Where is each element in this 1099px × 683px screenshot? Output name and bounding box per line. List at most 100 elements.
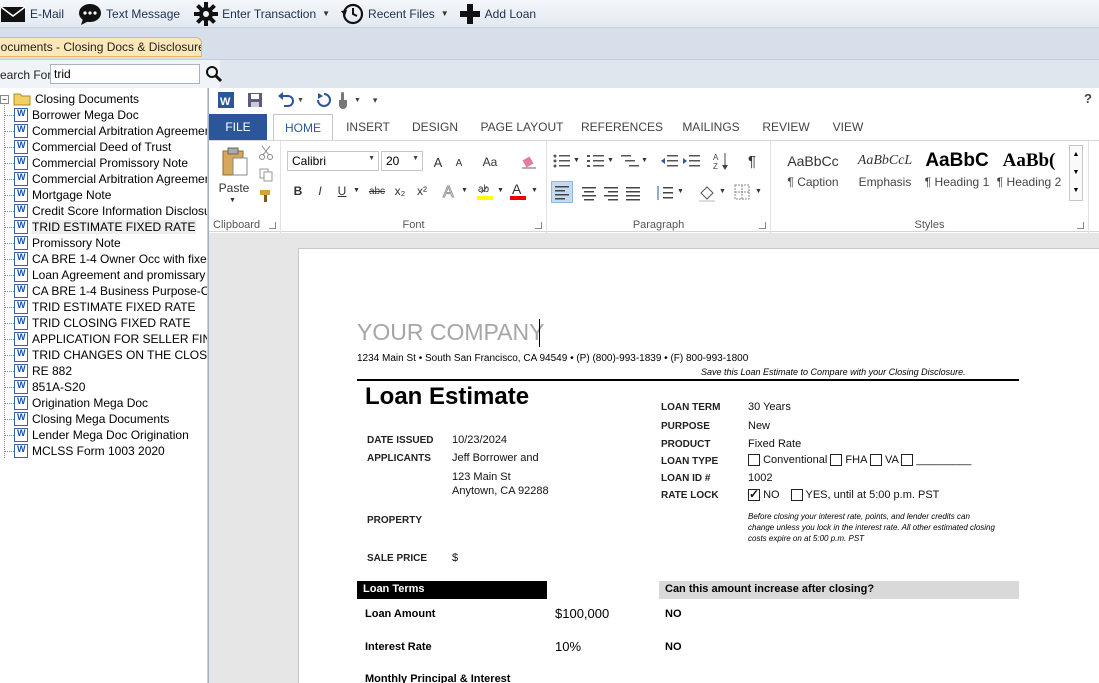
chevron-down-icon[interactable]: ▼ bbox=[353, 187, 360, 194]
style-caption[interactable]: AaBbCc ¶ Caption bbox=[777, 147, 849, 199]
chevron-down-icon[interactable]: ▼ bbox=[461, 187, 468, 194]
numbering-icon[interactable] bbox=[587, 153, 605, 169]
bold-button[interactable]: B bbox=[289, 181, 307, 201]
justify-icon[interactable] bbox=[623, 183, 643, 203]
gallery-more-icon[interactable]: ▼ bbox=[1070, 182, 1082, 200]
clear-formatting-icon[interactable] bbox=[521, 155, 537, 169]
format-painter-icon[interactable] bbox=[259, 189, 273, 203]
chevron-down-icon[interactable]: ▼ bbox=[719, 188, 726, 195]
align-center-icon[interactable] bbox=[579, 183, 599, 203]
tree-item[interactable]: RE 882 bbox=[0, 363, 207, 379]
decrease-indent-icon[interactable] bbox=[661, 153, 679, 169]
borders-icon[interactable] bbox=[733, 183, 751, 201]
company-name[interactable]: YOUR COMPANY bbox=[357, 319, 544, 346]
tree-item[interactable]: Loan Agreement and promissary note bbox=[0, 267, 207, 283]
text-effects-icon[interactable]: A bbox=[441, 183, 459, 200]
paste-clipboard-icon[interactable] bbox=[221, 147, 249, 177]
tree-item[interactable]: TRID CHANGES ON THE CLOSING bbox=[0, 347, 207, 363]
tree-item[interactable]: TRID ESTIMATE FIXED RATE bbox=[0, 299, 207, 315]
touch-mode-icon[interactable] bbox=[336, 91, 352, 109]
paste-dropdown-icon[interactable]: ▼ bbox=[229, 197, 236, 204]
tree-item[interactable]: Origination Mega Doc bbox=[0, 395, 207, 411]
tree-item[interactable]: Mortgage Note bbox=[0, 187, 207, 203]
tab-file[interactable]: FILE bbox=[209, 114, 267, 140]
search-input[interactable] bbox=[50, 64, 200, 84]
undo-dropdown-icon[interactable]: ▼ bbox=[297, 97, 304, 104]
va-checkbox[interactable] bbox=[869, 454, 882, 467]
tree-item[interactable]: TRID CLOSING FIXED RATE bbox=[0, 315, 207, 331]
chevron-down-icon[interactable]: ▼ bbox=[531, 187, 538, 194]
paste-button[interactable]: Paste bbox=[217, 181, 251, 195]
tree-item[interactable]: TRID ESTIMATE FIXED RATE bbox=[0, 219, 207, 235]
fha-checkbox[interactable] bbox=[830, 454, 843, 467]
tree-item[interactable]: Borrower Mega Doc bbox=[0, 107, 207, 123]
chevron-down-icon[interactable]: ▼ bbox=[497, 187, 504, 194]
bullets-icon[interactable] bbox=[553, 153, 571, 169]
chevron-down-icon[interactable]: ▼ bbox=[755, 188, 762, 195]
other-loan-type-checkbox[interactable] bbox=[901, 454, 914, 467]
tab-closing-docs[interactable]: Documents - Closing Docs & Disclosures bbox=[0, 37, 202, 57]
tab-page-layout[interactable]: PAGE LAYOUT bbox=[467, 114, 577, 140]
chevron-down-icon[interactable]: ▼ bbox=[573, 157, 580, 164]
style-heading-2[interactable]: AaBb( ¶ Heading 2 bbox=[993, 147, 1065, 199]
styles-gallery-scroller[interactable]: ▲ ▼ ▼ bbox=[1069, 145, 1083, 201]
expand-toggle-icon[interactable]: − bbox=[0, 94, 9, 104]
copy-icon[interactable] bbox=[259, 168, 273, 182]
tab-insert[interactable]: INSERT bbox=[333, 114, 403, 140]
rate-lock-yes-checkbox[interactable] bbox=[790, 489, 803, 502]
font-name-combo[interactable]: Calibri ▼ bbox=[287, 151, 379, 171]
cut-scissors-icon[interactable] bbox=[259, 145, 273, 161]
subscript-button[interactable]: x₂ bbox=[391, 181, 409, 201]
rate-lock-no-checkbox[interactable] bbox=[748, 487, 760, 502]
chevron-down-icon[interactable]: ▼ bbox=[641, 157, 648, 164]
multilevel-list-icon[interactable] bbox=[621, 153, 639, 169]
tree-item[interactable]: Commercial Deed of Trust bbox=[0, 139, 207, 155]
grow-font-button[interactable]: A bbox=[429, 153, 447, 171]
chevron-up-icon[interactable]: ▲ bbox=[1070, 146, 1082, 164]
email-button[interactable]: E-Mail bbox=[0, 0, 70, 28]
increase-indent-icon[interactable] bbox=[683, 153, 701, 169]
styles-dialog-launcher[interactable] bbox=[1077, 222, 1084, 229]
font-size-combo[interactable]: 20 ▼ bbox=[381, 151, 423, 171]
enter-transaction-button[interactable]: Enter Transaction ▼ bbox=[194, 0, 336, 28]
add-loan-button[interactable]: Add Loan bbox=[459, 0, 542, 28]
style-emphasis[interactable]: AaBbCcL Emphasis bbox=[849, 147, 921, 199]
tree-item[interactable]: APPLICATION FOR SELLER FINANCING bbox=[0, 331, 207, 347]
align-right-icon[interactable] bbox=[601, 183, 621, 203]
tree-item[interactable]: Promissory Note bbox=[0, 235, 207, 251]
tab-references[interactable]: REFERENCES bbox=[577, 114, 667, 140]
superscript-button[interactable]: x² bbox=[413, 181, 431, 201]
italic-button[interactable]: I bbox=[311, 181, 329, 201]
tree-root-closing-documents[interactable]: − Closing Documents bbox=[0, 91, 207, 107]
shading-icon[interactable] bbox=[697, 183, 717, 203]
search-icon[interactable] bbox=[205, 65, 223, 83]
tab-mailings[interactable]: MAILINGS bbox=[667, 114, 755, 140]
tree-item[interactable]: Commercial Promissory Note bbox=[0, 155, 207, 171]
style-heading-1[interactable]: AaBbC ¶ Heading 1 bbox=[921, 147, 993, 199]
align-left-button[interactable] bbox=[551, 181, 573, 203]
customize-toolbar-icon[interactable]: ▾ bbox=[373, 95, 378, 106]
tree-item[interactable]: Commercial Arbitration Agreement bbox=[0, 123, 207, 139]
chevron-down-icon[interactable]: ▼ bbox=[607, 157, 614, 164]
chevron-down-icon[interactable]: ▼ bbox=[677, 188, 684, 195]
show-formatting-marks-button[interactable]: ¶ bbox=[743, 151, 761, 171]
highlight-color-icon[interactable]: ab bbox=[475, 181, 495, 201]
chevron-down-icon[interactable]: ▼ bbox=[1070, 164, 1082, 182]
tree-item[interactable]: Closing Mega Documents bbox=[0, 411, 207, 427]
font-dialog-launcher[interactable] bbox=[535, 222, 542, 229]
undo-icon[interactable] bbox=[277, 92, 295, 108]
recent-files-button[interactable]: Recent Files ▼ bbox=[340, 0, 455, 28]
tree-item[interactable]: Commercial Arbitration Agreement bbox=[0, 171, 207, 187]
font-color-icon[interactable]: A bbox=[509, 181, 527, 201]
paragraph-dialog-launcher[interactable] bbox=[759, 222, 766, 229]
tree-item[interactable]: Credit Score Information Disclosure bbox=[0, 203, 207, 219]
strikethrough-button[interactable]: abc bbox=[365, 181, 389, 201]
conventional-checkbox[interactable] bbox=[748, 454, 760, 467]
tree-item[interactable]: MCLSS Form 1003 2020 bbox=[0, 443, 207, 459]
change-case-button[interactable]: Aa bbox=[477, 153, 503, 171]
text-message-button[interactable]: Text Message bbox=[78, 0, 186, 28]
tree-item[interactable]: Lender Mega Doc Origination bbox=[0, 427, 207, 443]
tab-view[interactable]: VIEW bbox=[817, 114, 879, 140]
line-spacing-icon[interactable] bbox=[655, 183, 675, 203]
sort-icon[interactable]: AZ bbox=[713, 151, 729, 171]
